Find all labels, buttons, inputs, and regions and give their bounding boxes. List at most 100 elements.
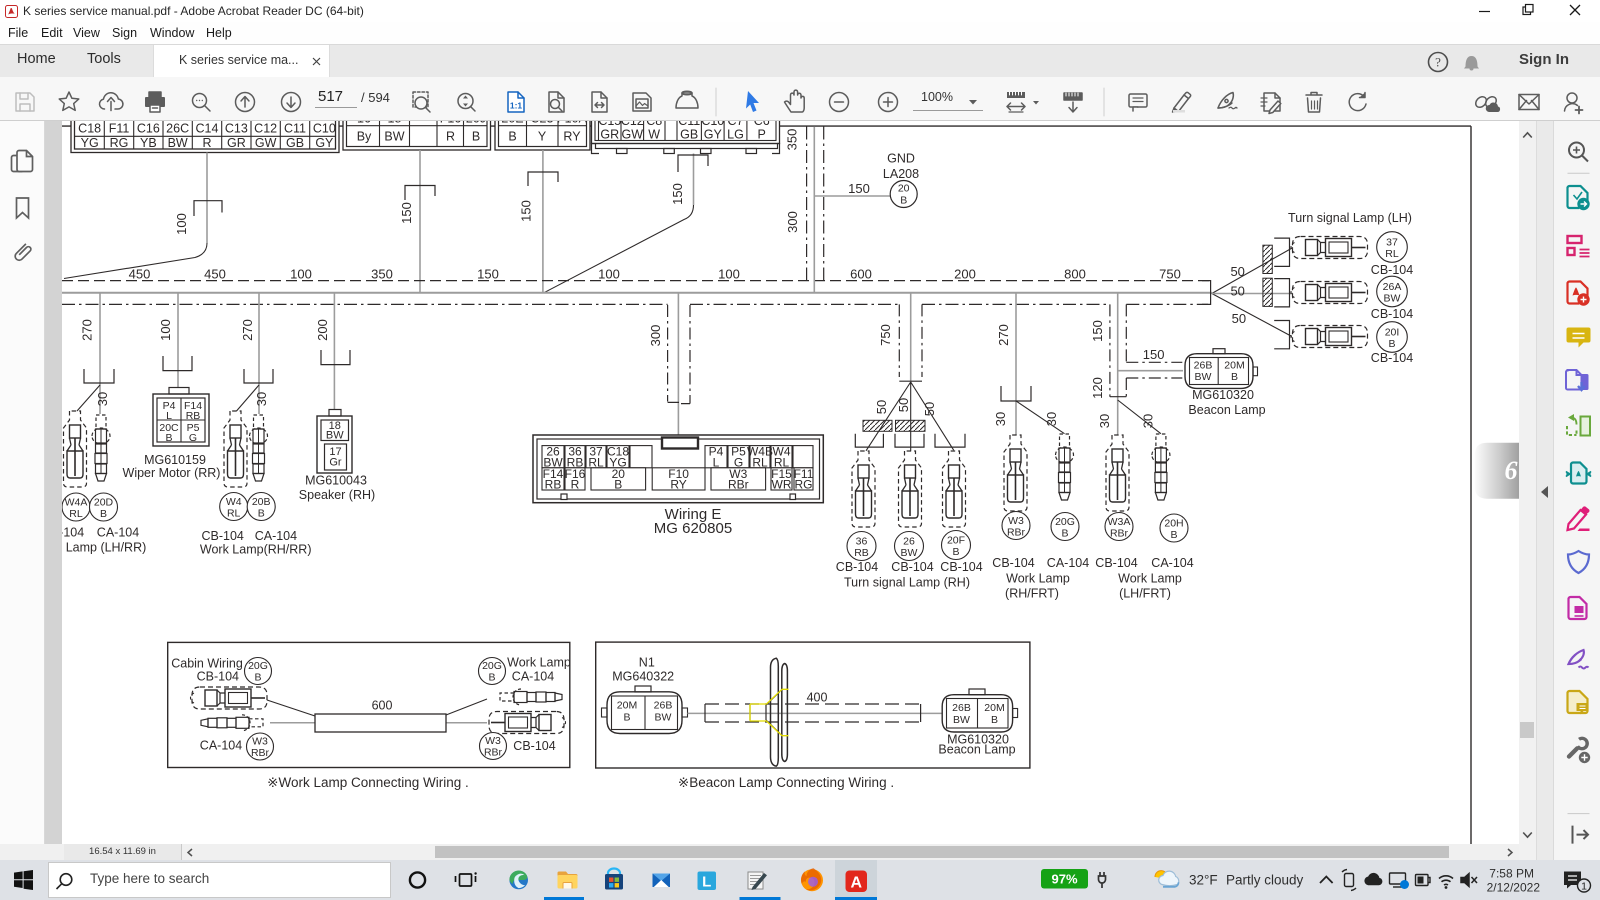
svg-text:CB-104: CB-104 — [836, 560, 878, 574]
svg-text:20G: 20G — [482, 660, 502, 672]
svg-text:300: 300 — [785, 211, 800, 233]
svg-text:30: 30 — [1044, 412, 1059, 426]
svg-text:YG: YG — [81, 136, 99, 150]
svg-text:B: B — [508, 130, 516, 144]
svg-text:50: 50 — [1232, 311, 1246, 326]
svg-text:RBr: RBr — [1110, 528, 1129, 540]
svg-text:W4: W4 — [226, 496, 242, 508]
svg-text:Work Lamp: Work Lamp — [507, 656, 571, 670]
svg-text:GB: GB — [286, 136, 304, 150]
svg-text:W4A: W4A — [65, 497, 88, 509]
svg-text:CB-104: CB-104 — [513, 739, 555, 753]
svg-text:RY: RY — [563, 130, 581, 144]
svg-text:20F: 20F — [947, 535, 965, 547]
svg-text:18: 18 — [388, 121, 402, 126]
svg-text:750: 750 — [1159, 266, 1181, 281]
svg-text:RL: RL — [752, 455, 768, 469]
svg-text:270: 270 — [996, 324, 1011, 346]
svg-text:30: 30 — [254, 392, 269, 406]
svg-text:B: B — [991, 714, 998, 726]
svg-text:BW: BW — [1195, 371, 1212, 383]
svg-text:350: 350 — [785, 129, 800, 151]
svg-text:100: 100 — [174, 213, 189, 235]
svg-text:36: 36 — [856, 536, 868, 548]
svg-text:50: 50 — [896, 398, 911, 412]
svg-text:200: 200 — [954, 266, 976, 281]
svg-text:Y: Y — [538, 130, 547, 144]
svg-text:GND: GND — [887, 152, 915, 166]
svg-text:MG610320: MG610320 — [1192, 388, 1254, 402]
svg-text:Speaker (RH): Speaker (RH) — [299, 488, 375, 502]
svg-text:GW: GW — [255, 136, 277, 150]
svg-text:600: 600 — [850, 266, 872, 281]
svg-text:B: B — [614, 478, 622, 492]
svg-text:CB-104: CB-104 — [940, 560, 982, 574]
svg-text:CB-104: CB-104 — [1371, 263, 1413, 277]
svg-text:CA-104: CA-104 — [97, 526, 139, 540]
svg-text:CA-104: CA-104 — [255, 529, 297, 543]
svg-text:BW: BW — [953, 714, 970, 726]
svg-text:B: B — [1231, 371, 1238, 383]
svg-text:Turn signal Lamp (LH): Turn signal Lamp (LH) — [1288, 211, 1412, 225]
svg-text:GY: GY — [315, 136, 334, 150]
svg-text:RL: RL — [588, 455, 604, 469]
svg-text:W: W — [648, 128, 660, 142]
svg-text:750: 750 — [878, 324, 893, 346]
svg-text:20E: 20E — [501, 121, 523, 126]
svg-text:30: 30 — [993, 412, 1008, 426]
svg-text:RBr: RBr — [728, 478, 749, 492]
svg-text:RBr: RBr — [251, 747, 270, 759]
svg-text:W3: W3 — [485, 735, 501, 747]
svg-text:26B: 26B — [952, 702, 971, 714]
svg-text:MG640322: MG640322 — [612, 670, 674, 684]
svg-text:RY: RY — [670, 478, 686, 492]
svg-text:RB: RB — [854, 547, 869, 559]
svg-text:20I: 20I — [1385, 327, 1400, 339]
svg-text:270: 270 — [80, 319, 95, 341]
svg-text:W3: W3 — [252, 736, 268, 748]
svg-text:CB-104: CB-104 — [202, 529, 244, 543]
svg-text:350: 350 — [371, 266, 393, 281]
svg-text:BW: BW — [655, 712, 672, 724]
svg-text:BW: BW — [168, 136, 188, 150]
svg-text:26B: 26B — [1194, 360, 1213, 372]
svg-text:C13: C13 — [225, 122, 248, 136]
svg-text:32°F: 32°F — [1189, 873, 1218, 888]
svg-text:W3: W3 — [1008, 515, 1024, 527]
svg-text:BW: BW — [1384, 293, 1401, 305]
svg-text:BW: BW — [384, 130, 404, 144]
svg-text:F11: F11 — [109, 122, 130, 136]
svg-text:RB: RB — [545, 478, 562, 492]
svg-text:50: 50 — [922, 402, 937, 416]
svg-text:100: 100 — [598, 266, 620, 281]
svg-text:Wiper Motor (RR): Wiper Motor (RR) — [123, 466, 221, 480]
svg-text:450: 450 — [204, 266, 226, 281]
svg-text:GW: GW — [622, 128, 644, 142]
svg-text:800: 800 — [1064, 266, 1086, 281]
svg-text:2/12/2022: 2/12/2022 — [1487, 881, 1541, 895]
svg-text:26C: 26C — [166, 122, 189, 136]
svg-text:CB-104: CB-104 — [1095, 556, 1137, 570]
svg-text:B: B — [165, 432, 172, 444]
svg-text:B: B — [258, 508, 265, 520]
svg-text:GB: GB — [680, 128, 698, 142]
svg-text:B: B — [1170, 529, 1177, 541]
svg-text:20: 20 — [898, 183, 910, 195]
svg-text:RL: RL — [227, 508, 241, 520]
svg-text:R: R — [446, 130, 455, 144]
svg-text:GY: GY — [704, 128, 723, 142]
svg-text:R: R — [202, 136, 211, 150]
svg-text:20G: 20G — [1055, 516, 1075, 528]
svg-text:B: B — [952, 546, 959, 558]
svg-text:150: 150 — [519, 200, 534, 222]
svg-text:RL: RL — [69, 508, 83, 520]
svg-text:120: 120 — [1090, 377, 1105, 399]
svg-text:Partly cloudy: Partly cloudy — [1226, 873, 1304, 888]
svg-text:N1: N1 — [639, 656, 655, 670]
svg-text:F10A: F10A — [557, 121, 588, 126]
svg-text:B: B — [623, 712, 630, 724]
svg-text:BW: BW — [901, 547, 918, 559]
svg-text:B: B — [900, 195, 907, 207]
svg-text:Work Lamp: Work Lamp — [1006, 572, 1070, 586]
svg-text:B: B — [254, 672, 261, 684]
